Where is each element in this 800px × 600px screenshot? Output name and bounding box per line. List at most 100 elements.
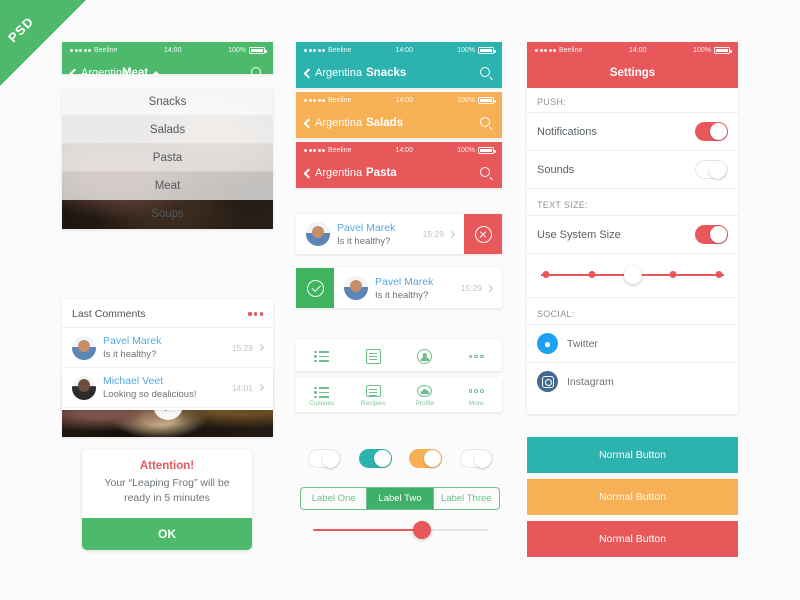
comment-time: 14:01	[231, 382, 253, 393]
toggle-off-2[interactable]	[459, 449, 493, 468]
comment-author: Michael Veet	[103, 375, 164, 387]
toggle-on-orange[interactable]	[409, 449, 443, 468]
settings-row-label: Use System Size	[537, 228, 621, 241]
carrier-label: Beeline	[328, 96, 352, 104]
tab-label: More	[468, 400, 484, 407]
normal-button-orange[interactable]: Normal Button	[527, 479, 738, 515]
social-label: Instagram	[567, 375, 614, 388]
comment-text: Is it healthy?	[103, 349, 157, 360]
toggle-off-1[interactable]	[308, 449, 341, 468]
tab-label: Profile	[415, 400, 434, 407]
slider-knob[interactable]	[412, 521, 431, 539]
text-size-slider[interactable]	[527, 253, 738, 297]
comment-time: 15:29	[422, 229, 444, 239]
clock-label: 14:00	[395, 46, 413, 54]
signal-dots-icon	[304, 148, 325, 152]
signal-dots-icon	[304, 98, 325, 102]
dropdown-item-salads[interactable]: Salads	[62, 116, 273, 144]
slider-step-4[interactable]	[715, 271, 722, 278]
status-bar: Beeline 14:00 100%	[296, 142, 502, 158]
settings-navbar: Settings	[527, 58, 738, 88]
back-button[interactable]: Argentina	[303, 167, 362, 179]
alert-dialog: Attention! Your “Leaping Frog” will be r…	[82, 449, 252, 551]
clock-label: 14:00	[628, 46, 647, 54]
swipe-row-delete[interactable]: Pavel Marek Is it healthy? 15:29	[296, 214, 502, 254]
battery-percent-label: 100%	[693, 46, 711, 54]
slider-step-1[interactable]	[588, 271, 596, 278]
back-button[interactable]: Argentina	[303, 117, 362, 129]
segment-label-one[interactable]: Label One	[301, 488, 368, 509]
battery-percent-label: 100%	[457, 46, 475, 54]
tab-profile[interactable]	[399, 340, 451, 371]
slider-knob[interactable]	[623, 266, 642, 284]
tab-cuisines[interactable]: Cuisines	[296, 378, 348, 412]
normal-button-red[interactable]: Normal Button	[527, 521, 738, 557]
signal-dots-icon	[70, 48, 91, 52]
carrier-label: Beeline	[328, 46, 352, 54]
clock-label: 14:00	[395, 96, 413, 104]
swipe-row-confirm[interactable]: Pavel Marek Is it healthy? 15:29	[296, 268, 502, 308]
chevron-left-icon	[303, 68, 314, 78]
segment-label-two[interactable]: Label Two	[367, 488, 434, 509]
settings-row-notifications[interactable]: Notifications	[527, 112, 738, 150]
search-icon[interactable]	[480, 116, 493, 131]
use-system-size-toggle[interactable]	[695, 225, 728, 244]
tab-cuisines[interactable]	[296, 340, 348, 371]
more-icon	[468, 385, 484, 397]
back-button[interactable]: Argentina	[69, 67, 129, 79]
search-icon[interactable]	[251, 66, 264, 81]
toggle-on-teal[interactable]	[358, 449, 392, 468]
settings-row-use-system-size[interactable]: Use System Size	[527, 215, 738, 253]
col1-navbar: Argentina Meat	[62, 58, 273, 88]
section-heading-social: SOCIAL:	[527, 297, 738, 324]
settings-row-label: Sounds	[537, 163, 575, 176]
battery-icon	[477, 46, 496, 54]
tab-more[interactable]	[451, 340, 503, 371]
clock-label: 14:00	[163, 46, 182, 54]
dropdown-item-pasta[interactable]: Pasta	[62, 144, 273, 172]
tab-recipies[interactable]	[348, 340, 400, 371]
tab-profile[interactable]: Profile	[399, 378, 451, 412]
tabbar-with-labels: Cuisines Recipies Profile More	[296, 378, 502, 412]
delete-action-button[interactable]	[464, 214, 502, 254]
carrier-label: Beeline	[328, 146, 352, 154]
dropdown-item-snacks[interactable]: Snacks	[62, 88, 273, 116]
col1-header-card: Beeline 14:00 100% Argentina Meat	[62, 42, 273, 81]
avatar	[306, 222, 330, 246]
dropdown-item-meat[interactable]: Meat	[62, 172, 273, 200]
dropdown-item-soups[interactable]: Soups	[62, 200, 273, 228]
sounds-toggle[interactable]	[695, 160, 728, 179]
tab-recipies[interactable]: Recipies	[348, 378, 400, 412]
document-icon	[365, 385, 381, 397]
dropdown-menu: Snacks Salads Pasta Meat Soups	[62, 88, 273, 229]
social-row-instagram[interactable]: Instagram	[527, 362, 738, 400]
chevron-left-icon	[303, 168, 314, 178]
search-icon[interactable]	[480, 66, 493, 81]
list-icon	[314, 349, 330, 364]
page-title: Settings	[609, 67, 656, 79]
slider-step-0[interactable]	[542, 271, 550, 278]
tab-more[interactable]: More	[451, 378, 503, 412]
red-slider[interactable]	[313, 521, 488, 539]
comment-row-partial[interactable]	[62, 408, 273, 410]
confirm-action-button[interactable]	[296, 268, 334, 308]
segment-label-three[interactable]: Label Three	[434, 488, 499, 509]
avatar	[72, 375, 96, 400]
back-button[interactable]: Argentina	[303, 67, 362, 79]
normal-button-teal[interactable]: Normal Button	[527, 437, 738, 473]
comment-row[interactable]: Michael Veet Looking so dealicious! 14:0…	[62, 368, 273, 408]
settings-row-sounds[interactable]: Sounds	[527, 150, 738, 188]
ui-kit-canvas: PSD Beeline 14:00 100% Argentina Meat Sn…	[0, 0, 800, 600]
battery-percent-label: 100%	[228, 46, 246, 54]
comment-row[interactable]: Pavel Marek Is it healthy? 15:29	[62, 328, 273, 368]
notifications-toggle[interactable]	[695, 122, 728, 141]
slider-step-3[interactable]	[669, 271, 677, 278]
more-icon	[468, 349, 484, 364]
alert-ok-button[interactable]: OK	[82, 518, 252, 551]
comment-text: Looking so dealicious!	[103, 389, 197, 400]
search-icon[interactable]	[480, 166, 493, 181]
social-row-twitter[interactable]: ● Twitter	[527, 324, 738, 362]
instagram-icon	[537, 371, 558, 392]
more-dots-icon[interactable]	[248, 312, 263, 316]
back-label: Argentina	[81, 67, 129, 79]
